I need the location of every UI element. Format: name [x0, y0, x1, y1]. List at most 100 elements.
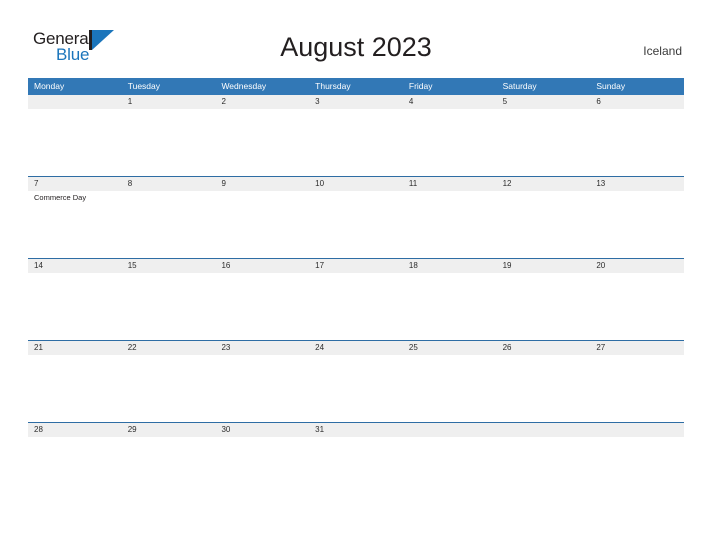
calendar-week-row: 28 29 30 31	[28, 422, 684, 504]
day-cell[interactable]	[309, 437, 403, 504]
day-cell[interactable]	[28, 109, 122, 176]
day-number[interactable]: 22	[122, 341, 216, 355]
day-number[interactable]: 18	[403, 259, 497, 273]
day-number[interactable]: 4	[403, 95, 497, 109]
day-number[interactable]: 16	[215, 259, 309, 273]
day-cell[interactable]	[403, 355, 497, 422]
day-cell[interactable]	[403, 109, 497, 176]
day-cell[interactable]	[28, 355, 122, 422]
day-cell[interactable]: Commerce Day	[28, 191, 122, 258]
day-number[interactable]: 12	[497, 177, 591, 191]
day-cell[interactable]	[309, 109, 403, 176]
day-cell[interactable]	[497, 191, 591, 258]
week-date-band: 28 29 30 31	[28, 423, 684, 437]
day-cell[interactable]	[122, 109, 216, 176]
week-content-row	[28, 109, 684, 176]
day-number[interactable]: 25	[403, 341, 497, 355]
page-header: General Blue August 2023 Iceland	[0, 0, 712, 78]
week-content-row: Commerce Day	[28, 191, 684, 258]
day-number[interactable]: 6	[590, 95, 684, 109]
calendar-week-row: 14 15 16 17 18 19 20	[28, 258, 684, 340]
day-number[interactable]	[403, 423, 497, 437]
day-number[interactable]: 31	[309, 423, 403, 437]
calendar-week-row: 7 8 9 10 11 12 13 Commerce Day	[28, 176, 684, 258]
calendar-weeks: 1 2 3 4 5 6 7 8 9 10 11 12 13 Commerce Day 14 15 16 17 18 1…	[28, 95, 684, 504]
day-number[interactable]: 30	[215, 423, 309, 437]
day-number[interactable]: 2	[215, 95, 309, 109]
day-cell[interactable]	[403, 191, 497, 258]
day-number[interactable]: 20	[590, 259, 684, 273]
day-cell[interactable]	[309, 273, 403, 340]
day-cell[interactable]	[590, 109, 684, 176]
week-date-band: 7 8 9 10 11 12 13	[28, 177, 684, 191]
day-cell[interactable]	[497, 355, 591, 422]
weekday-header-monday: Monday	[34, 81, 65, 91]
weekday-header-row: Monday Tuesday Wednesday Thursday Friday Satu…	[28, 78, 684, 95]
day-cell[interactable]	[309, 191, 403, 258]
day-number[interactable]: 27	[590, 341, 684, 355]
day-cell[interactable]	[590, 191, 684, 258]
day-number[interactable]: 7	[28, 177, 122, 191]
day-cell[interactable]	[215, 191, 309, 258]
day-cell[interactable]	[497, 437, 591, 504]
day-number[interactable]: 26	[497, 341, 591, 355]
country-label: Iceland	[643, 44, 682, 58]
day-cell[interactable]	[590, 273, 684, 340]
page-title: August 2023	[280, 32, 432, 62]
day-cell[interactable]	[122, 437, 216, 504]
holiday-event: Commerce Day	[34, 193, 87, 202]
day-number[interactable]: 17	[309, 259, 403, 273]
weekday-header-thursday: Thursday	[315, 81, 351, 91]
day-cell[interactable]	[403, 273, 497, 340]
weekday-header-tuesday: Tuesday	[127, 81, 161, 91]
week-content-row	[28, 273, 684, 340]
weekday-header-saturday: Saturday	[502, 81, 537, 91]
day-number[interactable]: 24	[309, 341, 403, 355]
week-date-band: 123456	[28, 95, 684, 109]
day-number[interactable]: 23	[215, 341, 309, 355]
calendar-page: General Blue August 2023 Iceland Monday T…	[0, 0, 712, 550]
day-cell[interactable]	[590, 437, 684, 504]
day-cell[interactable]	[28, 437, 122, 504]
day-cell[interactable]	[122, 191, 216, 258]
day-number[interactable]: 11	[403, 177, 497, 191]
day-cell[interactable]	[122, 355, 216, 422]
week-content-row	[28, 437, 684, 504]
calendar-week-row: 21 22 23 24 25 26 27	[28, 340, 684, 422]
day-number[interactable]: 1	[122, 95, 216, 109]
weekday-header-sunday: Sunday	[596, 81, 626, 91]
day-cell[interactable]	[215, 355, 309, 422]
day-cell[interactable]	[309, 355, 403, 422]
day-number[interactable]: 29	[122, 423, 216, 437]
day-number[interactable]: 28	[28, 423, 122, 437]
day-cell[interactable]	[497, 109, 591, 176]
day-number[interactable]: 8	[122, 177, 216, 191]
day-number[interactable]: 5	[497, 95, 591, 109]
week-date-band: 21 22 23 24 25 26 27	[28, 341, 684, 355]
day-cell[interactable]	[215, 437, 309, 504]
calendar-week-row: 123456	[28, 95, 684, 176]
calendar-grid: Monday Tuesday Wednesday Thursday Friday Satu…	[28, 78, 684, 504]
day-cell[interactable]	[590, 355, 684, 422]
day-number[interactable]: 3	[309, 95, 403, 109]
day-number[interactable]: 9	[215, 177, 309, 191]
day-cell[interactable]	[403, 437, 497, 504]
weekday-header-wednesday: Wednesday	[221, 81, 267, 91]
week-content-row	[28, 355, 684, 422]
day-cell[interactable]	[215, 273, 309, 340]
week-date-band: 14 15 16 17 18 19 20	[28, 259, 684, 273]
weekday-header-friday: Friday	[408, 81, 433, 91]
day-cell[interactable]	[122, 273, 216, 340]
day-number[interactable]	[497, 423, 591, 437]
day-cell[interactable]	[497, 273, 591, 340]
day-number[interactable]	[590, 423, 684, 437]
day-number[interactable]	[28, 95, 122, 109]
day-number[interactable]: 19	[497, 259, 591, 273]
day-number[interactable]: 14	[28, 259, 122, 273]
day-number[interactable]: 21	[28, 341, 122, 355]
day-cell[interactable]	[28, 273, 122, 340]
day-cell[interactable]	[215, 109, 309, 176]
day-number[interactable]: 13	[590, 177, 684, 191]
day-number[interactable]: 10	[309, 177, 403, 191]
day-number[interactable]: 15	[122, 259, 216, 273]
